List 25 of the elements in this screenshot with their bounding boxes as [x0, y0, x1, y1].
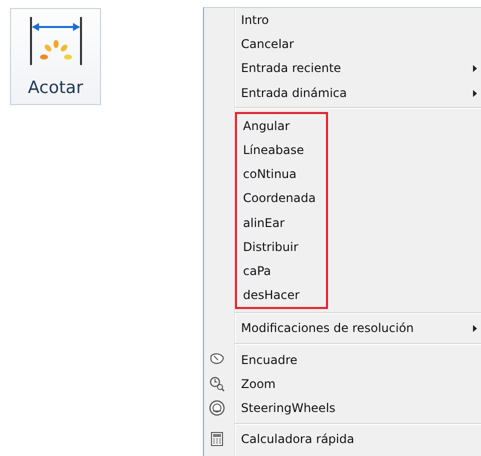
dimension-button[interactable]: Acotar	[10, 8, 101, 105]
submenu-arrow-icon	[473, 325, 477, 332]
menu-item[interactable]: desHacer	[237, 283, 326, 308]
menu-item[interactable]: SteeringWheels	[204, 396, 481, 420]
dimension-icon	[28, 15, 84, 67]
menu-item[interactable]: coNtinua	[237, 162, 326, 186]
menu-item[interactable]: Coordenada	[237, 186, 326, 210]
menu-item[interactable]: alinEar	[237, 210, 326, 235]
menu-item[interactable]: Zoom	[204, 372, 481, 396]
menu-item[interactable]: Calculadora rápida	[204, 427, 481, 452]
menu-item[interactable]: Intro	[204, 8, 481, 32]
menu-item[interactable]: caPa	[237, 258, 326, 284]
submenu-arrow-icon	[473, 90, 477, 97]
menu-item[interactable]: Entrada reciente	[204, 56, 481, 81]
menu-item[interactable]: Angular	[237, 114, 326, 138]
menu-item[interactable]: Cancelar	[204, 32, 481, 56]
menu-item[interactable]: Entrada dinámica	[204, 80, 481, 105]
submenu-arrow-icon	[473, 65, 477, 72]
zoom-icon	[209, 376, 225, 392]
calculator-icon	[209, 431, 225, 447]
menu-item[interactable]: Encuadre	[204, 347, 481, 372]
menu-item[interactable]: Distribuir	[237, 234, 326, 259]
steering-wheel-icon	[209, 400, 225, 416]
menu-item[interactable]: Líneabase	[237, 138, 326, 162]
menu-item[interactable]: Modificaciones de resolución	[204, 316, 481, 340]
